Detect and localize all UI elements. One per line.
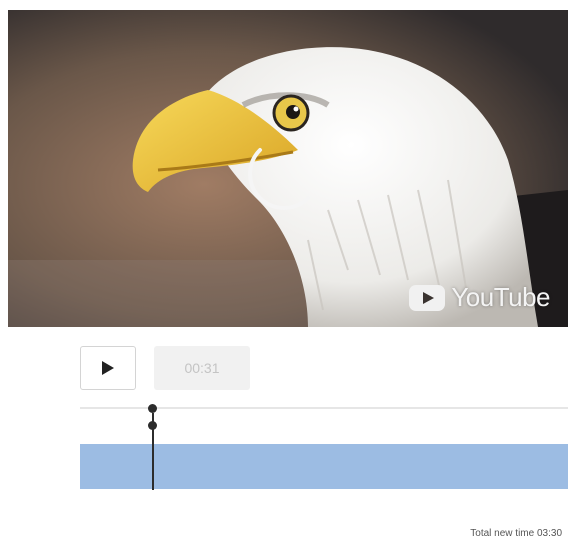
video-player[interactable]: YouTube bbox=[8, 10, 568, 327]
youtube-play-icon bbox=[409, 284, 446, 311]
youtube-wordmark: YouTube bbox=[451, 282, 550, 312]
play-button[interactable] bbox=[80, 346, 136, 390]
video-frame bbox=[8, 10, 568, 327]
playhead-handle-bottom[interactable] bbox=[148, 421, 157, 430]
current-time-display: 00:31 bbox=[154, 346, 250, 390]
youtube-watermark: YouTube bbox=[409, 282, 550, 313]
play-icon bbox=[102, 361, 114, 375]
current-time-text: 00:31 bbox=[184, 360, 220, 376]
playhead-handle-top[interactable] bbox=[148, 404, 157, 413]
player-controls: 00:31 bbox=[80, 346, 250, 392]
total-time-label: Total new time 03:30 bbox=[470, 528, 562, 539]
